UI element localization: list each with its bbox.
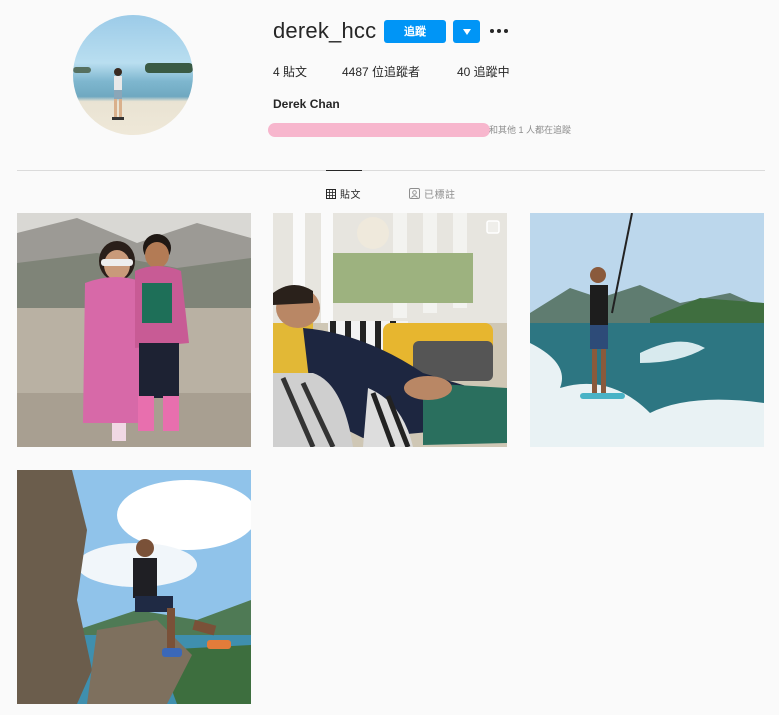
grid-icon [326, 188, 336, 199]
followers-count[interactable]: 4487 位追蹤者 [342, 63, 420, 80]
post-thumbnail-reclining-man[interactable] [273, 213, 507, 447]
tab-posts[interactable]: 貼文 [326, 186, 361, 201]
more-dots-icon [490, 29, 508, 33]
redacted-followers-names [268, 123, 490, 137]
tabs-divider [17, 170, 765, 171]
follow-button[interactable]: 追蹤 [384, 20, 446, 43]
profile-full-name: Derek Chan [273, 97, 340, 111]
tab-tagged[interactable]: 已標註 [409, 186, 456, 201]
profile-username: derek_hcc [273, 18, 377, 43]
suggested-accounts-dropdown-button[interactable] [453, 20, 480, 43]
post-thumbnail-children[interactable] [17, 213, 251, 447]
more-options-button[interactable] [489, 22, 511, 40]
profile-avatar[interactable] [73, 15, 193, 135]
following-count[interactable]: 40 追蹤中 [457, 63, 510, 80]
followed-by-text[interactable]: 和其他 1 人都在追蹤 [489, 123, 571, 136]
tagged-icon [409, 188, 420, 199]
posts-count: 4 貼文 [273, 65, 308, 79]
post-thumbnail-wakesurfing[interactable] [530, 213, 764, 447]
tab-posts-label: 貼文 [340, 190, 361, 201]
post-thumbnail-rock-sitting[interactable] [17, 470, 251, 704]
triangle-down-icon [462, 28, 471, 35]
profile-page: derek_hcc 追蹤 4 貼文 4487 位追蹤者 40 追蹤中 Derek… [0, 0, 779, 715]
tab-tagged-label: 已標註 [424, 190, 456, 201]
multiple-photos-icon [486, 220, 500, 234]
active-tab-indicator [326, 170, 362, 171]
